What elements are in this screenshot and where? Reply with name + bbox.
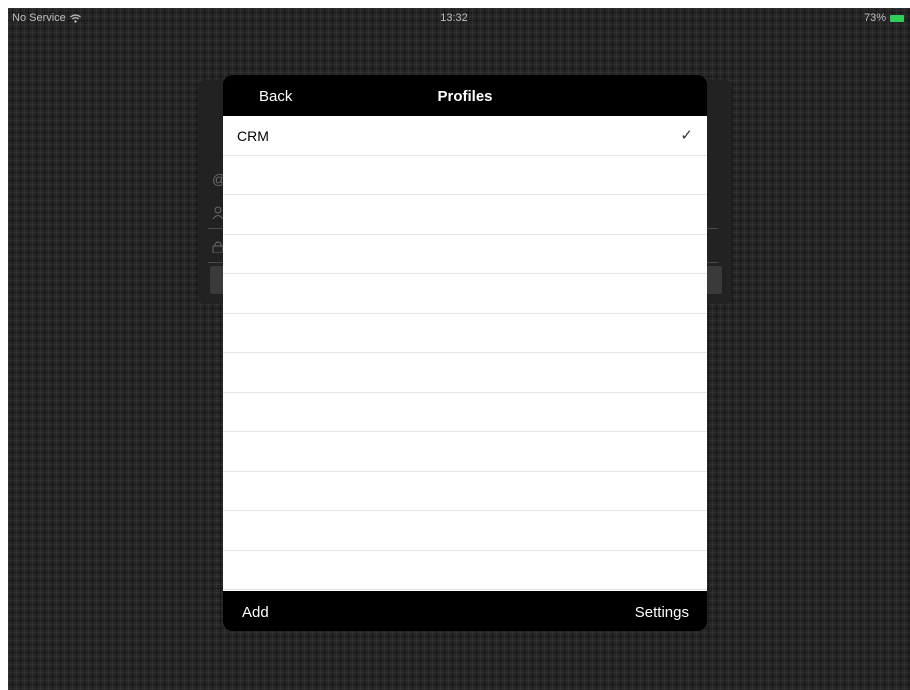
profiles-sheet: Back Profiles CRM ✓ Add Settings xyxy=(223,75,707,631)
battery-icon xyxy=(890,14,904,22)
profile-list: CRM ✓ xyxy=(223,116,707,591)
empty-row xyxy=(223,274,707,314)
carrier-status: No Service xyxy=(12,12,81,24)
back-button[interactable]: Back xyxy=(259,88,292,105)
empty-row xyxy=(223,314,707,353)
empty-row xyxy=(223,393,707,432)
page-title: Profiles xyxy=(437,88,493,105)
profile-label: CRM xyxy=(237,128,269,144)
wifi-icon xyxy=(69,13,81,23)
empty-row xyxy=(223,511,707,551)
app-screen: No Service 13:32 73% @ Back Profiles CRM… xyxy=(8,8,910,690)
navigation-bar: Back Profiles xyxy=(223,75,707,116)
empty-row xyxy=(223,235,707,274)
empty-row xyxy=(223,195,707,235)
add-button[interactable]: Add xyxy=(242,604,269,621)
battery-status: 73% xyxy=(864,12,904,24)
profile-row-crm[interactable]: CRM ✓ xyxy=(223,116,707,156)
status-time: 13:32 xyxy=(440,12,468,24)
status-bar: No Service 13:32 73% xyxy=(8,8,910,30)
empty-row xyxy=(223,353,707,393)
settings-button[interactable]: Settings xyxy=(635,604,689,621)
bottom-toolbar: Add Settings xyxy=(223,591,707,631)
empty-row xyxy=(223,432,707,472)
checkmark-icon: ✓ xyxy=(680,127,693,144)
battery-percent: 73% xyxy=(863,12,886,24)
empty-row xyxy=(223,156,707,195)
empty-row xyxy=(223,551,707,590)
carrier-label: No Service xyxy=(12,12,66,24)
empty-row xyxy=(223,472,707,511)
